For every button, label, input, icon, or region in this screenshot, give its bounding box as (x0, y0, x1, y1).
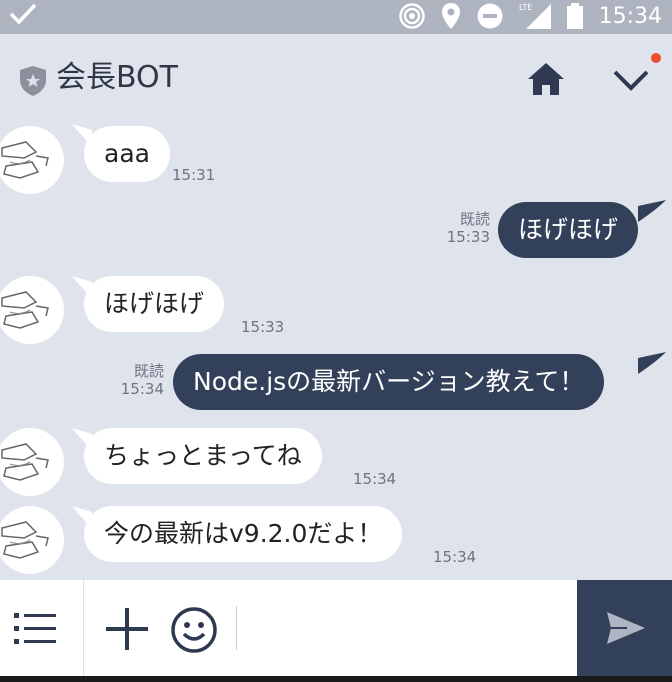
chevron-down-icon[interactable] (612, 68, 650, 92)
location-icon (442, 3, 460, 29)
message-bubble[interactable]: ほげほげ (84, 276, 225, 332)
bot-avatar[interactable] (0, 428, 64, 496)
read-receipt: 既読 (133, 362, 164, 380)
message-meta: 既読 15:33 (430, 210, 490, 246)
bot-avatar[interactable] (0, 506, 64, 574)
menu-area (0, 580, 84, 676)
bubble-tail (638, 200, 666, 222)
plus-icon[interactable] (104, 606, 150, 652)
message-bubble[interactable]: Node.jsの最新バージョン教えて！ (173, 354, 605, 410)
notification-dot (651, 53, 661, 63)
emoji-icon[interactable] (170, 606, 218, 654)
message-bubble[interactable]: 今の最新はv9.2.0だよ！ (84, 506, 403, 562)
message-bubble[interactable]: ちょっとまってね (84, 428, 322, 484)
message-time: 15:33 (446, 228, 490, 246)
message-time: 15:31 (172, 166, 216, 184)
avatar-sketch-icon (1, 521, 49, 559)
official-shield-icon (20, 66, 46, 96)
avatar-sketch-icon (1, 443, 49, 481)
message-time: 15:34 (353, 470, 397, 488)
battery-icon (567, 3, 583, 29)
chat-title: 会長BOT (56, 60, 178, 95)
message-meta: 既読 15:34 (104, 362, 164, 398)
send-button[interactable] (577, 580, 672, 676)
message-time: 15:33 (241, 318, 285, 336)
bot-avatar[interactable] (0, 126, 64, 194)
status-time: 15:34 (598, 4, 662, 29)
message-input[interactable] (246, 590, 566, 666)
send-icon (607, 612, 645, 644)
bubble-tail (638, 352, 666, 374)
status-icons: LTE (398, 2, 584, 30)
message-time: 15:34 (120, 380, 164, 398)
menu-list-icon[interactable] (14, 610, 58, 646)
home-icon[interactable] (526, 61, 566, 97)
system-nav-bar (0, 676, 672, 682)
message-list[interactable]: aaa 15:31 既読 15:33 ほげほげ ほげほげ 15:33 既読 15… (0, 112, 672, 580)
do-not-disturb-icon (477, 3, 503, 29)
status-bar: LTE 15:34 (0, 0, 672, 34)
avatar-sketch-icon (1, 141, 49, 179)
message-bubble[interactable]: aaa (84, 126, 170, 182)
message-bubble[interactable]: ほげほげ (498, 202, 639, 258)
input-divider (236, 606, 237, 650)
signal-icon: LTE (519, 3, 551, 29)
avatar-sketch-icon (1, 291, 49, 329)
check-icon (9, 3, 37, 25)
svg-text:LTE: LTE (519, 3, 532, 12)
message-time: 15:34 (433, 548, 477, 566)
message-input-bar (0, 580, 672, 676)
bot-avatar[interactable] (0, 276, 64, 344)
hotspot-icon (399, 3, 425, 29)
read-receipt: 既読 (459, 210, 490, 228)
